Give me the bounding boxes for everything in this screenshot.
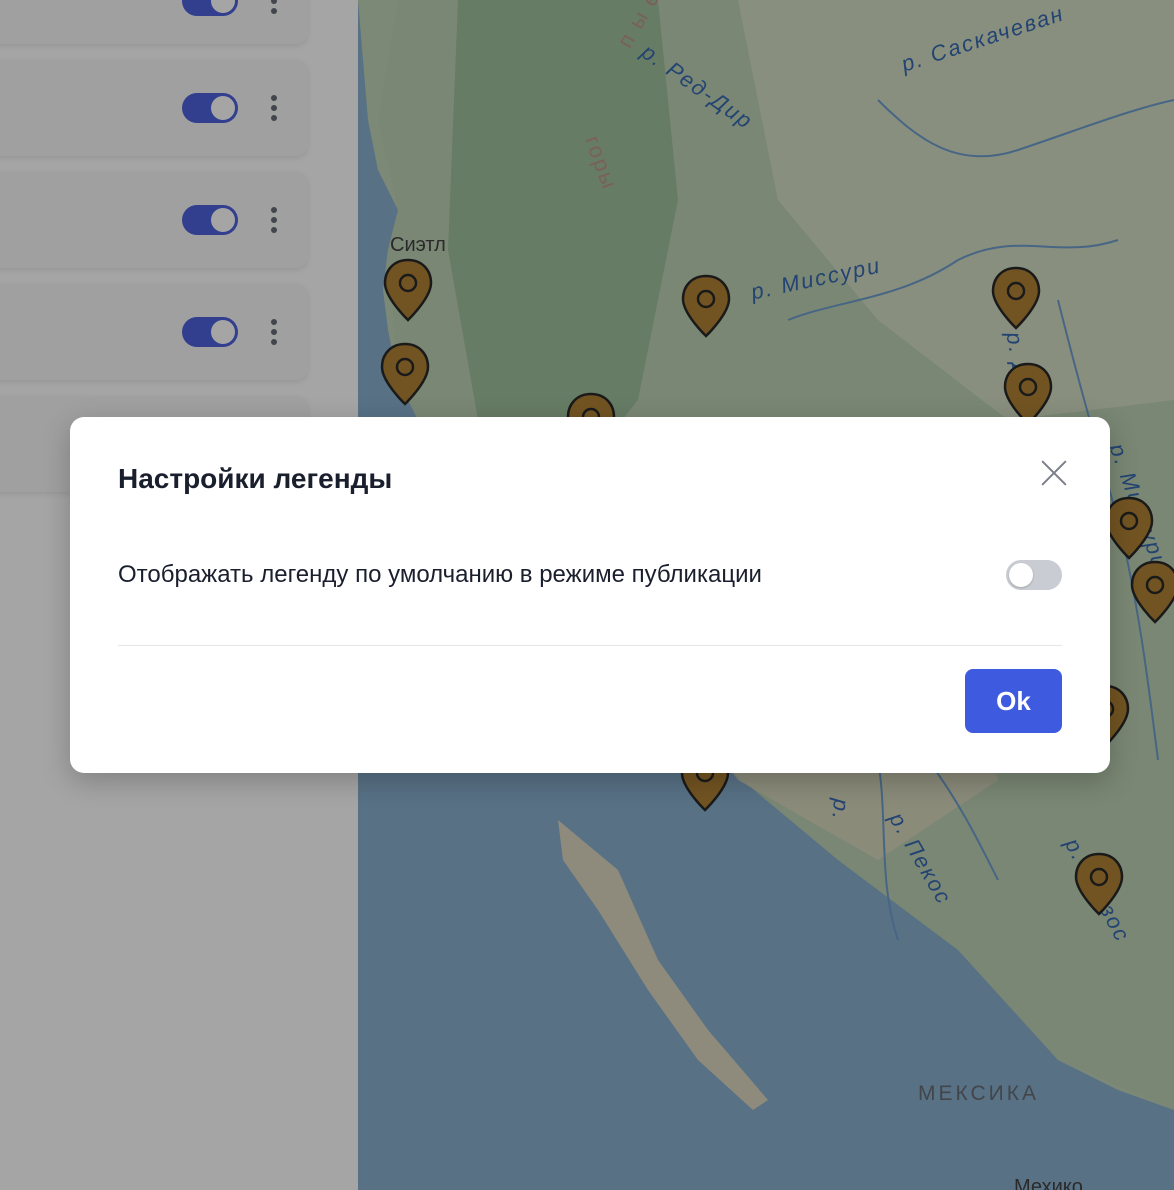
ok-button[interactable]: Ok bbox=[965, 669, 1062, 733]
legend-settings-dialog: Настройки легенды Отображать легенду по … bbox=[70, 417, 1110, 773]
dialog-title: Настройки легенды bbox=[118, 463, 393, 494]
close-icon[interactable] bbox=[1036, 455, 1072, 491]
show-legend-toggle[interactable] bbox=[1006, 560, 1062, 590]
divider bbox=[118, 645, 1062, 646]
show-legend-label: Отображать легенду по умолчанию в режиме… bbox=[118, 561, 762, 588]
toggle-knob bbox=[1009, 563, 1033, 587]
